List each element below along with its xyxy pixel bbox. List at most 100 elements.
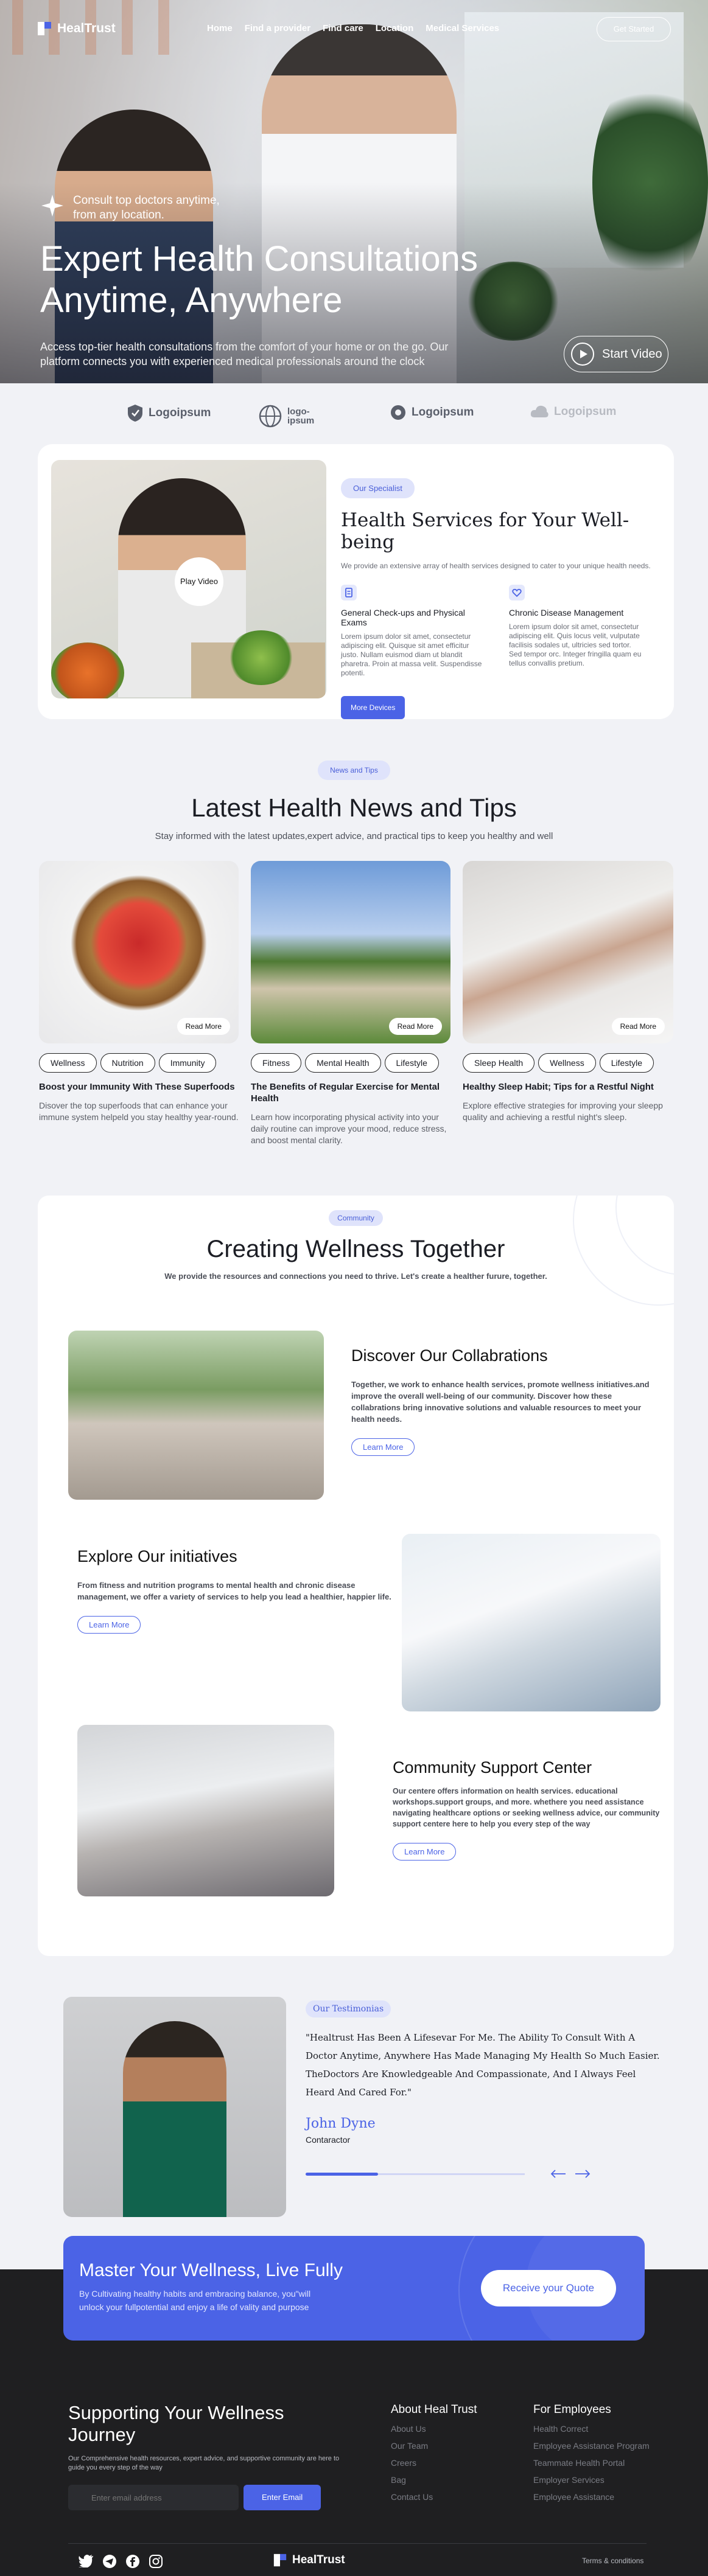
footer-link[interactable]: Contact Us xyxy=(391,2488,477,2505)
collaborations-title: Discover Our Collabrations xyxy=(351,1346,548,1365)
hero-title-line-2: Anytime, Anywhere xyxy=(40,280,343,320)
telegram-icon[interactable] xyxy=(102,2554,117,2569)
twitter-icon[interactable] xyxy=(78,2554,94,2569)
tag[interactable]: Wellness xyxy=(39,1053,97,1073)
services-card: Play Video Our Specialist Health Service… xyxy=(38,444,674,719)
tag[interactable]: Mental Health xyxy=(305,1053,381,1073)
tag[interactable]: Fitness xyxy=(251,1053,302,1073)
shield-logo-icon xyxy=(127,404,144,422)
learn-more-button[interactable]: Learn More xyxy=(351,1438,415,1456)
tag[interactable]: Sleep Health xyxy=(463,1053,535,1073)
nav-home[interactable]: Home xyxy=(207,23,233,33)
news-card-desc: Explore effective strategies for improvi… xyxy=(463,1101,663,1122)
social-links xyxy=(78,2554,163,2569)
partner-name-1: Logoipsum xyxy=(149,406,211,419)
tag[interactable]: Nutrition xyxy=(100,1053,155,1073)
footer-link[interactable]: Employer Services xyxy=(533,2471,650,2488)
news-card-exercise[interactable]: Read More Fitness Mental Health Lifestyle … xyxy=(251,861,450,1146)
tag[interactable]: Lifestyle xyxy=(384,1053,439,1073)
read-more-button[interactable]: Read More xyxy=(177,1018,230,1035)
terms-link[interactable]: Terms & conditions xyxy=(582,2557,643,2565)
collaborations-text: Together, we work to enhance health serv… xyxy=(351,1380,650,1424)
instagram-icon[interactable] xyxy=(149,2554,163,2569)
clipboard-icon xyxy=(341,585,487,600)
cta-title: Master Your Wellness, Live Fully xyxy=(79,2260,343,2280)
footer-link[interactable]: Employee Assistance xyxy=(533,2488,650,2505)
footer-link[interactable]: Employee Assistance Program xyxy=(533,2437,650,2454)
nav-find-care[interactable]: Find care xyxy=(323,23,363,33)
support-center-text: Our centere offers information on health… xyxy=(393,1787,660,1828)
read-more-button[interactable]: Read More xyxy=(611,1018,665,1035)
cta-text: By Cultivating healthy habits and embrac… xyxy=(79,2287,396,2314)
news-subtitle: Stay informed with the latest updates,ex… xyxy=(155,831,553,841)
group-masks-image xyxy=(77,1725,334,1896)
enter-email-button[interactable]: Enter Email xyxy=(244,2485,321,2510)
footer-link[interactable]: Bag xyxy=(391,2471,477,2488)
service-text-chronic: Lorem ipsum dolor sit amet, consectetur … xyxy=(509,622,642,667)
cta-banner: Master Your Wellness, Live Fully By Cult… xyxy=(63,2236,645,2341)
news-card-sleep[interactable]: Read More Sleep Health Wellness Lifestyle … xyxy=(463,861,673,1123)
testimonial-name: John Dyne xyxy=(306,2116,376,2131)
learn-more-button[interactable]: Learn More xyxy=(393,1843,457,1861)
footer-col-about-title: About Heal Trust xyxy=(391,2403,477,2416)
footer-link[interactable]: Creers xyxy=(391,2454,477,2471)
top-nav: HealTrust Home Find a provider Find care… xyxy=(0,0,708,58)
hero-section: HealTrust Home Find a provider Find care… xyxy=(0,0,708,383)
footer-link[interactable]: About Us xyxy=(391,2420,477,2437)
more-devices-button[interactable]: More Devices xyxy=(341,696,405,719)
news-title: Latest Health News and Tips xyxy=(191,793,517,822)
community-title: Creating Wellness Together xyxy=(206,1236,505,1262)
tag[interactable]: Wellness xyxy=(538,1053,596,1073)
footer-link[interactable]: Health Correct xyxy=(533,2420,650,2437)
initiatives-title: Explore Our initiatives xyxy=(77,1547,237,1565)
cta-text-line-1: By Cultivating healthy habits and embrac… xyxy=(79,2289,311,2299)
arrow-right-icon[interactable] xyxy=(575,2169,591,2179)
runner-road-image: Read More xyxy=(251,861,450,1043)
consult-line-2: from any location. xyxy=(73,209,164,221)
nav-location[interactable]: Location xyxy=(376,23,414,33)
partner-name-2: logo- ipsum xyxy=(287,406,315,426)
footer-heading-line-2: Journey xyxy=(68,2424,136,2445)
nav-find-provider[interactable]: Find a provider xyxy=(245,23,310,33)
tag[interactable]: Immunity xyxy=(158,1053,217,1073)
news-card-superfoods[interactable]: Read More Wellness Nutrition Immunity Boos… xyxy=(39,861,239,1123)
facebook-icon[interactable] xyxy=(125,2554,140,2569)
get-started-button[interactable]: Get Started xyxy=(597,17,671,41)
initiatives-block: Explore Our initiatives From fitness and… xyxy=(77,1547,394,1634)
brand-logo[interactable]: HealTrust xyxy=(37,21,116,37)
receive-quote-button[interactable]: Receive your Quote xyxy=(481,2270,616,2306)
nav-medical-services[interactable]: Medical Services xyxy=(426,23,499,33)
hero-subtitle: Access top-tier health consultations fro… xyxy=(40,339,527,369)
arrow-left-icon[interactable] xyxy=(550,2169,566,2179)
testimonial-role: Contaractor xyxy=(306,2135,351,2145)
partner-logo-4: Logoipsum xyxy=(530,404,616,420)
partner-name-3: Logoipsum xyxy=(412,406,474,419)
news-card-desc: Disover the top superfoods that can enha… xyxy=(39,1101,239,1122)
news-card-desc: Learn how incorporating physical activit… xyxy=(251,1112,447,1145)
footer-link[interactable]: Our Team xyxy=(391,2437,477,2454)
footer-col-about: About Heal Trust About Us Our Team Creer… xyxy=(391,2403,477,2505)
brand-mark-icon xyxy=(273,2553,287,2567)
play-circle-icon xyxy=(570,342,595,366)
learn-more-button[interactable]: Learn More xyxy=(77,1616,141,1634)
partner-logos: Logoipsum logo- ipsum Logoipsum Logoipsu… xyxy=(0,383,708,444)
fruit-bowl-image: Read More xyxy=(39,861,239,1043)
footer-brand-name: HealTrust xyxy=(292,2553,345,2566)
service-title-chronic: Chronic Disease Management xyxy=(509,608,624,618)
doctor-child-image xyxy=(402,1534,661,1711)
footer-brand[interactable]: HealTrust xyxy=(273,2553,345,2567)
read-more-button[interactable]: Read More xyxy=(388,1018,442,1035)
community-subtitle: We provide the resources and connections… xyxy=(164,1272,547,1281)
play-video-button[interactable]: Play Video xyxy=(175,557,223,606)
news-card-title: The Benefits of Regular Exercise for Men… xyxy=(251,1082,440,1104)
cooking-woman-image: Play Video xyxy=(51,460,326,698)
start-video-button[interactable]: Start Video xyxy=(564,336,668,372)
footer-desc: Our Comprehensive health resources, expe… xyxy=(68,2455,340,2471)
footer-link[interactable]: Teammate Health Portal xyxy=(533,2454,650,2471)
service-title-checkups: General Check-ups and Physical Exams xyxy=(341,608,465,627)
drop-logo-icon xyxy=(390,404,407,421)
footer-email-input[interactable] xyxy=(68,2485,239,2510)
partner-logo-3: Logoipsum xyxy=(390,404,474,421)
tag[interactable]: Lifestyle xyxy=(599,1053,654,1073)
consult-note: Consult top doctors anytime, from any lo… xyxy=(40,193,220,223)
